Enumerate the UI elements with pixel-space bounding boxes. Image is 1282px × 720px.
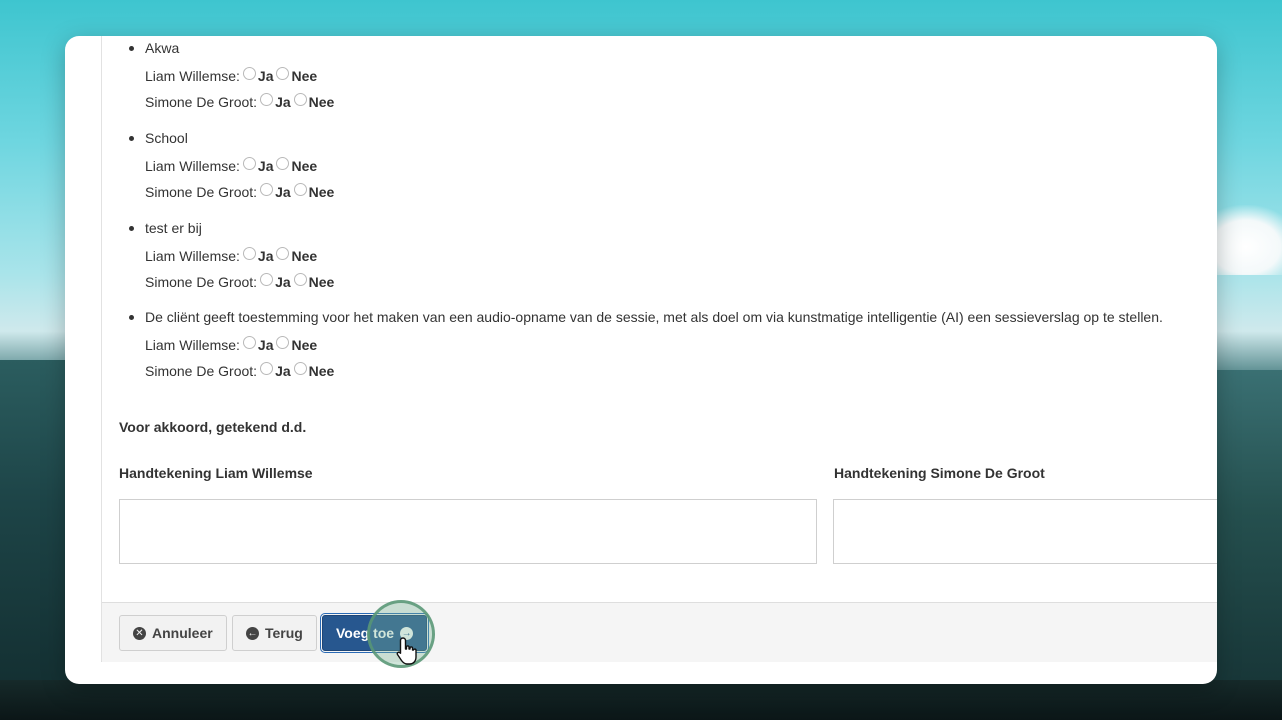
arrow-circle-left-icon: ← bbox=[246, 626, 259, 640]
agreement-label: Voor akkoord, getekend d.d. bbox=[119, 419, 307, 435]
list-bullet bbox=[129, 315, 134, 320]
person-label: Liam Willemse: bbox=[145, 68, 240, 84]
option-no-label: Nee bbox=[308, 363, 335, 379]
answer-row-simone: Simone De Groot: Ja Nee bbox=[145, 361, 1163, 380]
hand-pointer-icon bbox=[396, 637, 417, 665]
radio-yes[interactable] bbox=[242, 335, 256, 349]
person-label: Liam Willemse: bbox=[145, 158, 240, 174]
option-yes-label: Ja bbox=[257, 158, 274, 174]
radio-no[interactable] bbox=[293, 182, 307, 196]
signature-pad-liam[interactable] bbox=[119, 499, 817, 564]
answer-row-liam: Liam Willemse: Ja Nee bbox=[145, 156, 334, 175]
consent-item-title: School bbox=[145, 130, 188, 146]
background-ground bbox=[0, 680, 1282, 720]
times-circle-icon: ✕ bbox=[133, 626, 146, 640]
radio-no[interactable] bbox=[276, 66, 290, 80]
person-label: Simone De Groot: bbox=[145, 363, 258, 379]
option-yes-label: Ja bbox=[257, 68, 274, 84]
option-no-label: Nee bbox=[291, 68, 318, 84]
answer-row-liam: Liam Willemse: Ja Nee bbox=[145, 66, 334, 85]
radio-yes[interactable] bbox=[260, 361, 274, 375]
radio-yes[interactable] bbox=[242, 156, 256, 170]
form-footer: ✕ Annuleer ← Terug Voeg toe → bbox=[102, 602, 1217, 662]
option-no-label: Nee bbox=[291, 158, 318, 174]
answer-row-simone: Simone De Groot: Ja Nee bbox=[145, 182, 335, 201]
option-yes-label: Ja bbox=[275, 94, 291, 110]
answer-row-liam: Liam Willemse: Ja Nee bbox=[145, 246, 334, 265]
radio-no[interactable] bbox=[293, 361, 307, 375]
answer-row-liam: Liam Willemse: Ja Nee bbox=[145, 335, 1163, 354]
cancel-button[interactable]: ✕ Annuleer bbox=[119, 615, 227, 651]
radio-no[interactable] bbox=[276, 156, 290, 170]
list-bullet bbox=[129, 136, 134, 141]
answer-row-simone: Simone De Groot: Ja Nee bbox=[145, 92, 335, 111]
app-window: Akwa Liam Willemse: Ja Nee Simone De Gro… bbox=[65, 36, 1217, 684]
radio-yes[interactable] bbox=[242, 246, 256, 260]
radio-yes[interactable] bbox=[260, 92, 274, 106]
consent-item-title: De cliënt geeft toestemming voor het mak… bbox=[145, 309, 1163, 325]
option-yes-label: Ja bbox=[275, 184, 291, 200]
person-label: Liam Willemse: bbox=[145, 337, 240, 353]
signature-label-liam: Handtekening Liam Willemse bbox=[119, 465, 313, 481]
signature-pad-simone[interactable] bbox=[833, 499, 1217, 564]
person-label: Simone De Groot: bbox=[145, 184, 258, 200]
option-no-label: Nee bbox=[308, 94, 335, 110]
option-yes-label: Ja bbox=[275, 274, 291, 290]
list-bullet bbox=[129, 226, 134, 231]
back-button[interactable]: ← Terug bbox=[232, 615, 317, 651]
list-bullet bbox=[129, 46, 134, 51]
radio-no[interactable] bbox=[276, 246, 290, 260]
radio-yes[interactable] bbox=[260, 182, 274, 196]
person-label: Liam Willemse: bbox=[145, 248, 240, 264]
back-button-label: Terug bbox=[265, 625, 303, 641]
option-no-label: Nee bbox=[308, 184, 335, 200]
option-no-label: Nee bbox=[291, 337, 318, 353]
consent-item: test er bij Liam Willemse: Ja Nee Simone… bbox=[129, 218, 335, 291]
option-no-label: Nee bbox=[291, 248, 318, 264]
consent-item: School Liam Willemse: Ja Nee Simone De G… bbox=[129, 128, 335, 201]
consent-item-title: test er bij bbox=[145, 220, 202, 236]
consent-item: Akwa Liam Willemse: Ja Nee Simone De Gro… bbox=[129, 38, 335, 111]
person-label: Simone De Groot: bbox=[145, 274, 258, 290]
consent-item: De cliënt geeft toestemming voor het mak… bbox=[129, 307, 1163, 380]
radio-yes[interactable] bbox=[242, 66, 256, 80]
consent-item-title: Akwa bbox=[145, 40, 180, 56]
cancel-button-label: Annuleer bbox=[152, 625, 213, 641]
background-hills-right bbox=[1212, 370, 1282, 720]
answer-row-simone: Simone De Groot: Ja Nee bbox=[145, 272, 335, 291]
radio-no[interactable] bbox=[276, 335, 290, 349]
option-yes-label: Ja bbox=[257, 248, 274, 264]
radio-no[interactable] bbox=[293, 92, 307, 106]
option-yes-label: Ja bbox=[275, 363, 291, 379]
radio-yes[interactable] bbox=[260, 272, 274, 286]
background-hills-left bbox=[0, 360, 70, 720]
option-yes-label: Ja bbox=[257, 337, 274, 353]
person-label: Simone De Groot: bbox=[145, 94, 258, 110]
signature-label-simone: Handtekening Simone De Groot bbox=[834, 465, 1045, 481]
radio-no[interactable] bbox=[293, 272, 307, 286]
form-panel: Akwa Liam Willemse: Ja Nee Simone De Gro… bbox=[101, 36, 1217, 662]
option-no-label: Nee bbox=[308, 274, 335, 290]
